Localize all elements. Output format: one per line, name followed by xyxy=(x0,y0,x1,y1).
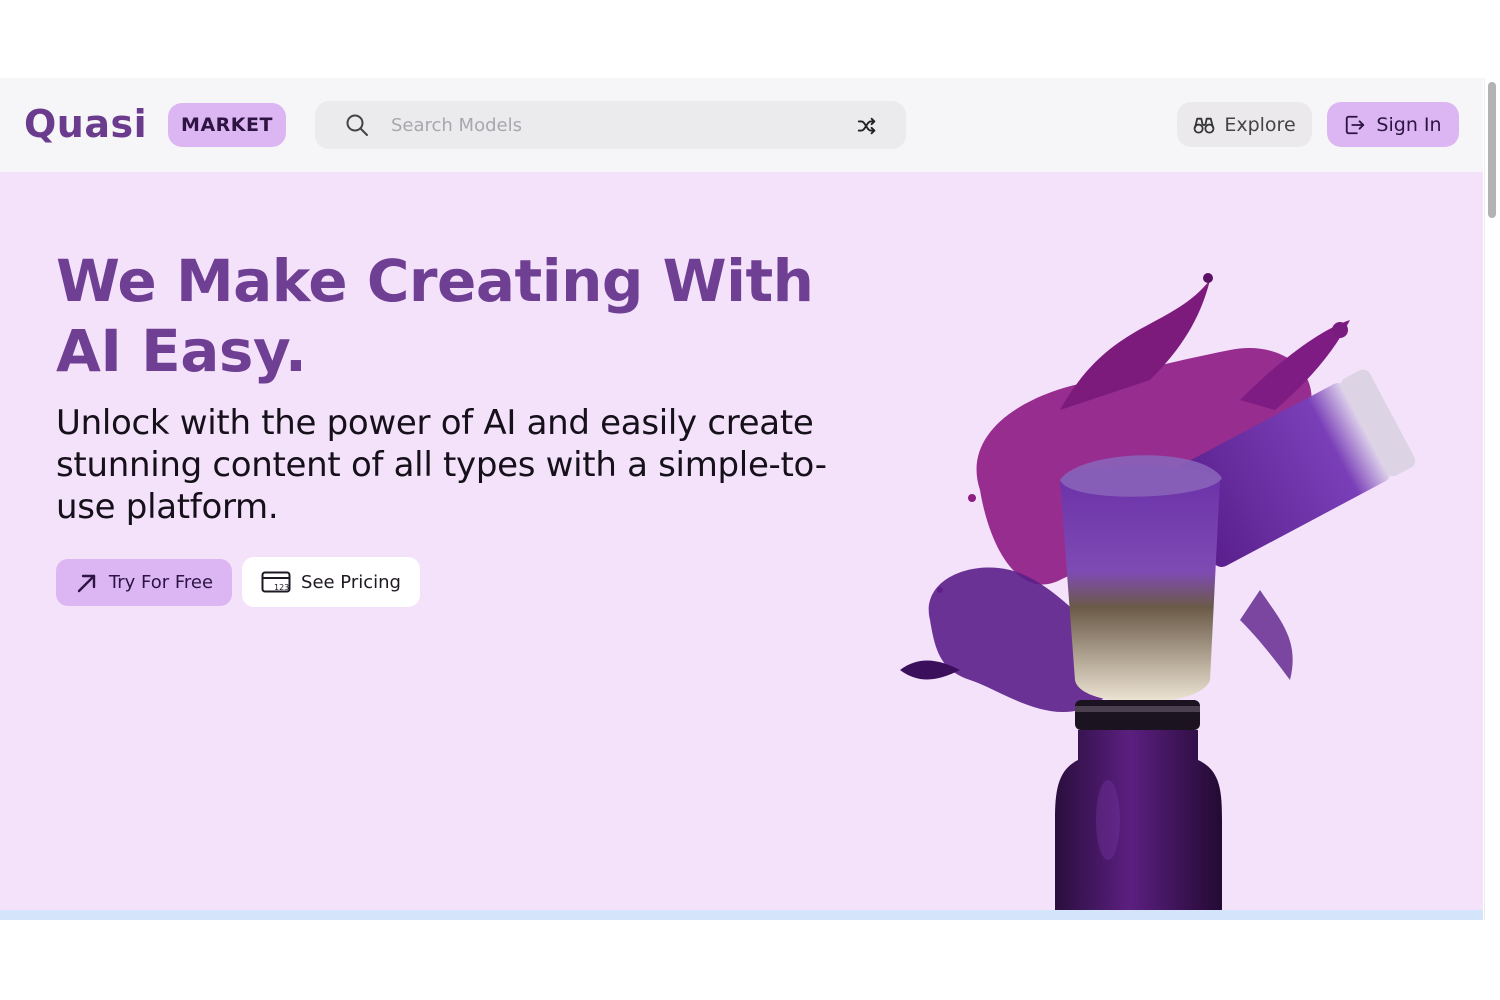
arrow-up-right-icon xyxy=(77,574,96,592)
page-frame: Quasi MARKET Explore xyxy=(0,78,1483,920)
see-pricing-label: See Pricing xyxy=(301,571,401,593)
paint-brush-splash-image xyxy=(900,273,1416,912)
explore-button[interactable]: Explore xyxy=(1177,102,1312,147)
next-section-edge xyxy=(0,910,1483,920)
sign-in-icon xyxy=(1346,115,1365,134)
hero-title: We Make Creating With AI Easy. xyxy=(56,247,814,385)
explore-label: Explore xyxy=(1224,113,1296,136)
try-for-free-button[interactable]: Try For Free xyxy=(56,559,232,606)
quasi-logo[interactable]: Quasi xyxy=(24,102,147,146)
search-icon xyxy=(346,114,368,136)
scrollbar-thumb[interactable] xyxy=(1488,82,1496,218)
sign-in-button[interactable]: Sign In xyxy=(1327,102,1459,147)
try-for-free-label: Try For Free xyxy=(108,572,214,593)
price-tag-card-icon: 123 xyxy=(261,571,291,593)
top-navbar: Quasi MARKET Explore xyxy=(0,78,1483,172)
pricing-icon-text: 123 xyxy=(274,583,289,592)
shuffle-icon[interactable] xyxy=(856,115,878,137)
market-badge[interactable]: MARKET xyxy=(168,103,286,147)
search-input[interactable] xyxy=(389,101,839,149)
search-bar[interactable] xyxy=(315,101,906,149)
hero-subtitle: Unlock with the power of AI and easily c… xyxy=(56,403,827,527)
binoculars-icon xyxy=(1193,117,1215,134)
see-pricing-button[interactable]: 123 See Pricing xyxy=(242,557,420,607)
sign-in-label: Sign In xyxy=(1376,113,1442,136)
